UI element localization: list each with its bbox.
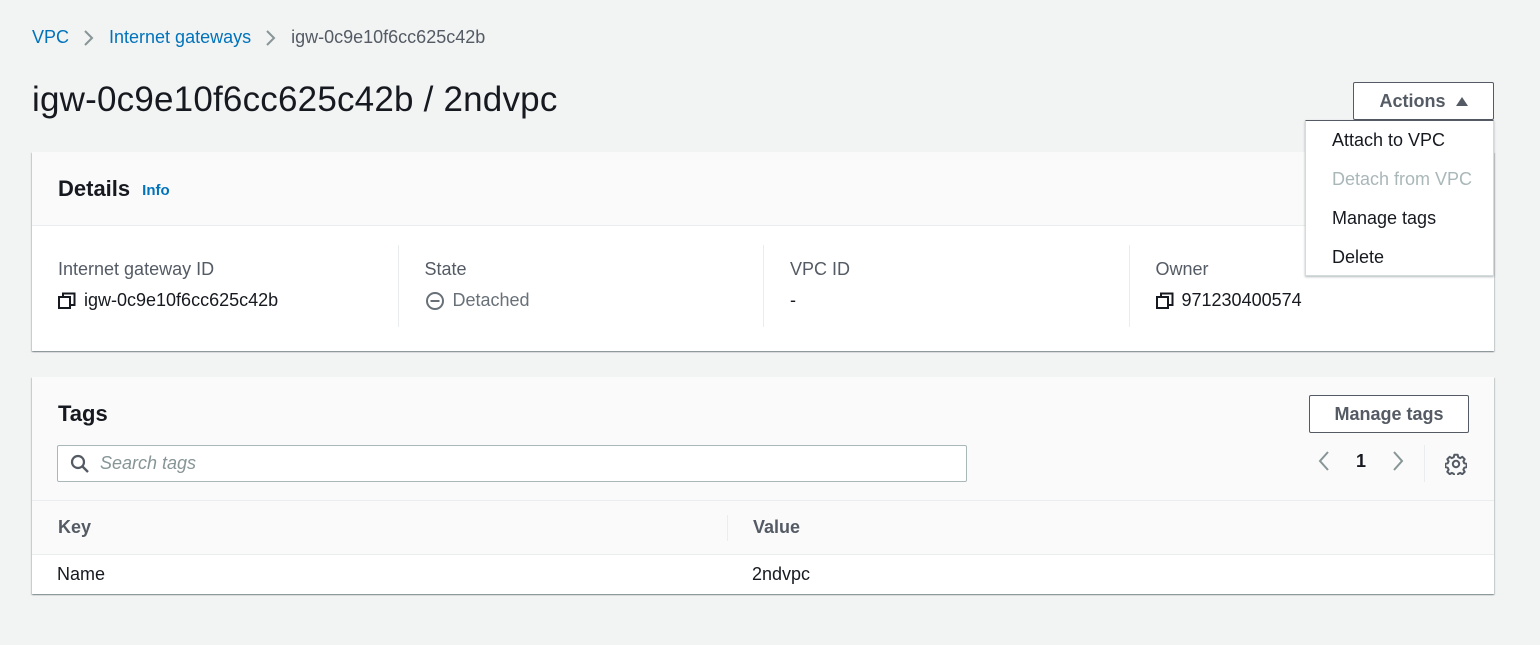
stopped-status-icon xyxy=(425,291,445,311)
caret-up-icon xyxy=(1455,96,1468,106)
detail-value-wrap: - xyxy=(790,290,1129,311)
search-tags-field[interactable] xyxy=(57,445,967,482)
details-header: Details Info xyxy=(32,152,1494,226)
detail-label: Internet gateway ID xyxy=(58,259,215,279)
details-panel: Details Info Internet gateway ID igw-0c9… xyxy=(32,152,1494,351)
tags-header: Tags Manage tags 1 xyxy=(32,377,1494,501)
menu-item-attach-to-vpc[interactable]: Attach to VPC xyxy=(1306,121,1493,160)
detail-vpc-id: VPC ID - xyxy=(763,245,1129,327)
details-grid: Internet gateway ID igw-0c9e10f6cc625c42… xyxy=(32,226,1494,327)
breadcrumb: VPC Internet gateways igw-0c9e10f6cc625c… xyxy=(32,27,485,48)
divider xyxy=(1424,445,1425,482)
table-row: Name 2ndvpc xyxy=(32,555,1494,593)
tags-panel: Tags Manage tags 1 Key Value xyxy=(32,377,1494,594)
breadcrumb-link-vpc[interactable]: VPC xyxy=(32,27,69,48)
actions-button-label: Actions xyxy=(1379,90,1446,111)
detail-value-wrap: 971230400574 xyxy=(1155,290,1495,311)
copy-icon[interactable] xyxy=(1155,292,1174,310)
details-heading: Details xyxy=(58,175,131,201)
tag-key-cell: Name xyxy=(57,563,106,584)
detail-value: - xyxy=(790,290,796,310)
column-header-key[interactable]: Key xyxy=(32,517,727,538)
copy-icon[interactable] xyxy=(58,292,76,310)
breadcrumb-link-internet-gateways[interactable]: Internet gateways xyxy=(109,27,251,48)
search-icon xyxy=(70,454,90,474)
actions-menu: Attach to VPC Detach from VPC Manage tag… xyxy=(1305,120,1494,276)
page-number[interactable]: 1 xyxy=(1356,451,1366,472)
menu-item-manage-tags[interactable]: Manage tags xyxy=(1306,199,1493,238)
tags-heading: Tags xyxy=(58,401,108,426)
detail-value: igw-0c9e10f6cc625c42b xyxy=(84,290,279,310)
menu-item-detach-from-vpc: Detach from VPC xyxy=(1332,169,1473,189)
chevron-right-icon xyxy=(83,29,95,47)
pagination: 1 xyxy=(1312,449,1410,473)
detail-value: 971230400574 xyxy=(1181,290,1302,310)
tag-value-cell: 2ndvpc xyxy=(752,563,811,584)
menu-item-delete[interactable]: Delete xyxy=(1306,238,1493,277)
column-header-value[interactable]: Value xyxy=(728,517,800,538)
manage-tags-button[interactable]: Manage tags xyxy=(1309,395,1469,433)
chevron-right-icon xyxy=(265,29,277,47)
detail-internet-gateway-id: Internet gateway ID igw-0c9e10f6cc625c42… xyxy=(32,245,398,327)
breadcrumb-current: igw-0c9e10f6cc625c42b xyxy=(291,27,486,47)
search-tags-input[interactable] xyxy=(100,453,940,474)
tags-table-header: Key Value xyxy=(32,501,1494,555)
detail-value-wrap: igw-0c9e10f6cc625c42b xyxy=(58,290,398,311)
detail-value: Detached xyxy=(452,290,530,310)
detail-label: VPC ID xyxy=(790,259,851,279)
chevron-right-icon[interactable] xyxy=(1386,449,1410,473)
detail-value-wrap: Detached xyxy=(425,290,764,311)
page-title: igw-0c9e10f6cc625c42b / 2ndvpc xyxy=(32,80,558,119)
chevron-left-icon[interactable] xyxy=(1312,449,1336,473)
detail-label: State xyxy=(424,259,467,279)
detail-state: State Detached xyxy=(397,245,764,327)
gear-icon[interactable] xyxy=(1445,453,1467,475)
info-link[interactable]: Info xyxy=(142,182,170,199)
actions-button[interactable]: Actions xyxy=(1353,82,1494,120)
